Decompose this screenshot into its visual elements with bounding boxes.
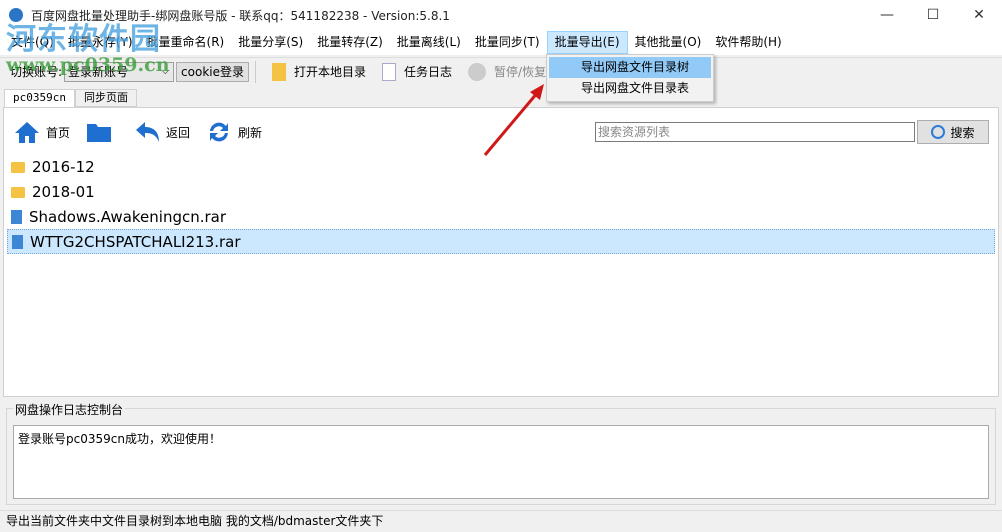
- folder-icon: [11, 162, 25, 173]
- search-input[interactable]: 搜索资源列表: [595, 122, 915, 142]
- app-icon: [9, 8, 23, 22]
- account-select[interactable]: 登录新账号 ⌵: [64, 61, 175, 82]
- home-label: 首页: [46, 125, 71, 140]
- menu-batch-export[interactable]: 批量导出(E): [546, 31, 628, 54]
- menu-batch-rename[interactable]: 批量重命名(R): [140, 31, 232, 54]
- status-bar: 导出当前文件夹中文件目录树到本地电脑 我的文档/bdmaster文件夹下: [0, 510, 1002, 532]
- file-row-selected[interactable]: WTTG2CHSPATCHALI213.rar: [7, 229, 995, 254]
- refresh-button[interactable]: 刷新: [206, 120, 262, 144]
- window-title: 百度网盘批量处理助手-绑网盘账号版 - 联系qq：541182238 - Ver…: [31, 8, 450, 23]
- menu-other-batch[interactable]: 其他批量(O): [628, 31, 709, 54]
- task-log-button[interactable]: 任务日志: [382, 62, 453, 81]
- pause-resume-button[interactable]: 暂停/恢复: [468, 62, 547, 81]
- folder-icon: [272, 62, 286, 81]
- menu-batch-sync[interactable]: 批量同步(T): [468, 31, 547, 54]
- menu-item-export-tree[interactable]: 导出网盘文件目录树: [549, 57, 711, 78]
- menu-batch-offline[interactable]: 批量离线(L): [390, 31, 468, 54]
- search-icon: [931, 125, 946, 139]
- file-row[interactable]: Shadows.Awakeningcn.rar: [7, 204, 995, 229]
- folder-button[interactable]: [86, 120, 118, 144]
- folder-icon: [87, 124, 112, 142]
- menu-batch-save[interactable]: 批量永存(Y): [61, 31, 140, 54]
- close-button[interactable]: ✕: [956, 0, 1002, 30]
- file-icon: [11, 209, 22, 224]
- clock-icon: [468, 62, 487, 81]
- open-local-label: 打开本地目录: [294, 65, 367, 79]
- open-local-dir-button[interactable]: 打开本地目录: [272, 62, 367, 81]
- account-select-value: 登录新账号: [68, 64, 129, 79]
- chevron-down-icon: ⌵: [161, 65, 170, 77]
- file-list: 2016-12 2018-01 Shadows.Awakeningcn.rar …: [7, 154, 995, 254]
- tab-strip: pc0359cn 同步页面: [4, 89, 137, 108]
- file-row[interactable]: 2018-01: [7, 179, 995, 204]
- search-label: 搜索: [950, 125, 975, 140]
- title-bar: 百度网盘批量处理助手-绑网盘账号版 - 联系qq：541182238 - Ver…: [0, 0, 1002, 30]
- tab-account[interactable]: pc0359cn: [4, 89, 75, 108]
- file-icon: [12, 234, 23, 249]
- back-button[interactable]: 返回: [134, 120, 190, 144]
- file-name: WTTG2CHSPATCHALI213.rar: [30, 232, 241, 251]
- folder-icon: [11, 187, 25, 198]
- switch-account-label: 切换账号:: [10, 65, 63, 79]
- menu-bar: 文件(Q) 批量永存(Y) 批量重命名(R) 批量分享(S) 批量转存(Z) 批…: [0, 30, 1002, 55]
- menu-batch-share[interactable]: 批量分享(S): [231, 31, 310, 54]
- back-arrow-icon: [136, 122, 160, 142]
- menu-help[interactable]: 软件帮助(H): [708, 31, 788, 54]
- file-name: 2016-12: [32, 157, 95, 176]
- menu-batch-transfer[interactable]: 批量转存(Z): [310, 31, 390, 54]
- menu-item-export-table[interactable]: 导出网盘文件目录表: [549, 78, 711, 99]
- task-log-label: 任务日志: [404, 65, 453, 79]
- tab-sync[interactable]: 同步页面: [74, 89, 137, 107]
- refresh-icon: [210, 122, 229, 142]
- log-output[interactable]: 登录账号pc0359cn成功，欢迎使用！: [13, 425, 989, 499]
- log-console: 网盘操作日志控制台 登录账号pc0359cn成功，欢迎使用！: [6, 401, 996, 505]
- export-dropdown-menu: 导出网盘文件目录树 导出网盘文件目录表: [546, 54, 714, 102]
- search-button[interactable]: 搜索: [917, 120, 989, 144]
- minimize-button[interactable]: —: [864, 0, 910, 30]
- file-name: Shadows.Awakeningcn.rar: [29, 207, 227, 226]
- menu-file[interactable]: 文件(Q): [4, 31, 61, 54]
- refresh-label: 刷新: [238, 125, 263, 140]
- home-button[interactable]: 首页: [14, 120, 70, 144]
- cookie-login-button[interactable]: cookie登录: [176, 61, 249, 82]
- file-name: 2018-01: [32, 182, 95, 201]
- back-label: 返回: [166, 125, 191, 140]
- log-console-title: 网盘操作日志控制台: [13, 401, 126, 418]
- maximize-button[interactable]: ☐: [910, 0, 956, 30]
- toolbar-separator: [255, 60, 256, 83]
- annotation-arrow-icon: [483, 84, 544, 156]
- home-icon: [15, 122, 39, 143]
- list-icon: [382, 62, 397, 81]
- pause-label: 暂停/恢复: [494, 65, 547, 79]
